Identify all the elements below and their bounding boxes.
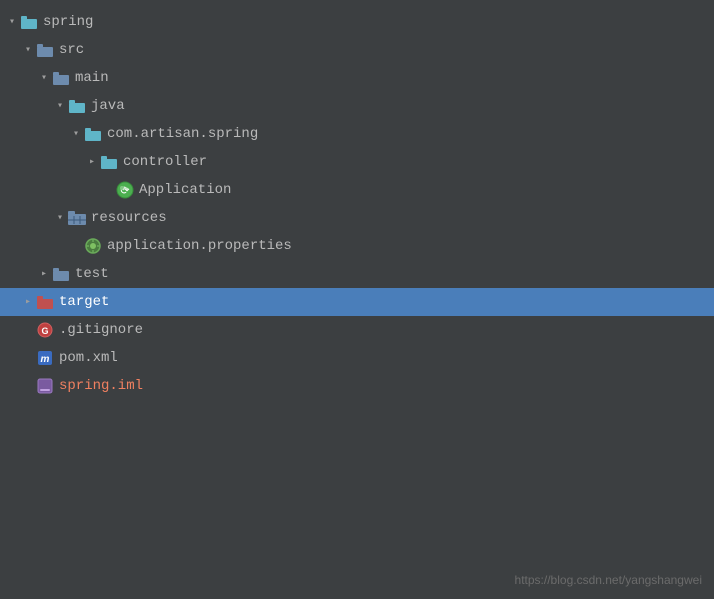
- maven-icon: m: [36, 349, 54, 367]
- spring-iml-label: spring.iml: [59, 378, 143, 394]
- main-label: main: [75, 70, 109, 86]
- svg-text:G: G: [41, 326, 48, 336]
- chevron-right-icon: ▸: [84, 154, 100, 170]
- chevron-down-icon: ▾: [68, 126, 84, 142]
- tree-item-main[interactable]: ▾ main: [0, 64, 714, 92]
- app-properties-label: application.properties: [107, 238, 292, 254]
- controller-label: controller: [123, 154, 207, 170]
- chevron-down-icon: ▾: [4, 14, 20, 30]
- tree-item-gitignore[interactable]: G .gitignore: [0, 316, 714, 344]
- spring-label: spring: [43, 14, 93, 30]
- tree-item-target[interactable]: ▸ target: [0, 288, 714, 316]
- chevron-down-icon: ▾: [52, 98, 68, 114]
- test-label: test: [75, 266, 109, 282]
- watermark-text: https://blog.csdn.net/yangshangwei: [515, 573, 702, 587]
- tree-item-src[interactable]: ▾ src: [0, 36, 714, 64]
- tree-item-spring-iml[interactable]: spring.iml: [0, 372, 714, 400]
- iml-icon: [36, 377, 54, 395]
- pom-xml-label: pom.xml: [59, 350, 118, 366]
- folder-red-icon: [36, 293, 54, 311]
- java-label: java: [91, 98, 125, 114]
- git-icon: G: [36, 321, 54, 339]
- tree-item-pom-xml[interactable]: m pom.xml: [0, 344, 714, 372]
- tree-item-java[interactable]: ▾ java: [0, 92, 714, 120]
- gitignore-label: .gitignore: [59, 322, 143, 338]
- properties-icon: [84, 237, 102, 255]
- folder-teal-icon: [84, 125, 102, 143]
- tree-item-spring[interactable]: ▾ spring: [0, 8, 714, 36]
- chevron-right-icon: ▸: [36, 266, 52, 282]
- tree-item-com-artisan-spring[interactable]: ▾ com.artisan.spring: [0, 120, 714, 148]
- tree-item-test[interactable]: ▸ test: [0, 260, 714, 288]
- resources-folder-icon: [68, 209, 86, 227]
- application-label: Application: [139, 182, 231, 198]
- chevron-down-icon: ▾: [52, 210, 68, 226]
- tree-item-resources[interactable]: ▾ resources: [0, 204, 714, 232]
- folder-icon: [36, 41, 54, 59]
- tree-item-application-properties[interactable]: application.properties: [0, 232, 714, 260]
- chevron-down-icon: ▾: [20, 42, 36, 58]
- resources-label: resources: [91, 210, 167, 226]
- folder-teal-icon: [100, 153, 118, 171]
- src-label: src: [59, 42, 84, 58]
- folder-icon: [52, 69, 70, 87]
- target-label: target: [59, 294, 109, 310]
- folder-teal-icon: [68, 97, 86, 115]
- folder-teal-icon: [20, 13, 38, 31]
- folder-icon: [52, 265, 70, 283]
- file-tree: ▾ spring ▾ src ▾ main: [0, 0, 714, 408]
- svg-text:m: m: [41, 354, 50, 365]
- com-artisan-label: com.artisan.spring: [107, 126, 258, 142]
- chevron-down-icon: ▾: [36, 70, 52, 86]
- spring-boot-icon: ⟳: [116, 181, 134, 199]
- tree-item-application[interactable]: ⟳ Application: [0, 176, 714, 204]
- tree-item-controller[interactable]: ▸ controller: [0, 148, 714, 176]
- chevron-right-icon: ▸: [20, 294, 36, 310]
